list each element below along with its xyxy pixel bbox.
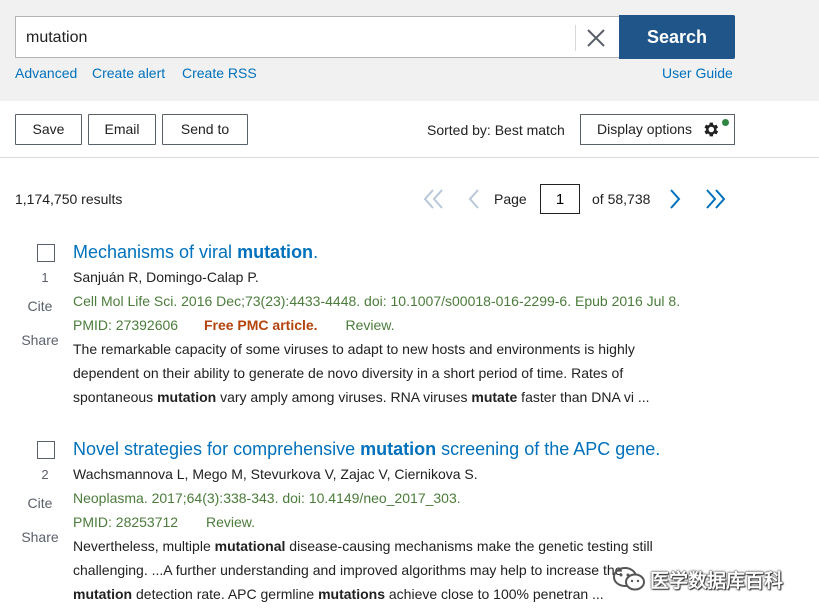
search-box bbox=[15, 16, 619, 58]
snippet-highlight: mutations bbox=[318, 586, 385, 602]
watermark-text: 医学数据库百科 bbox=[650, 569, 784, 592]
cite-button[interactable]: Cite bbox=[10, 298, 70, 314]
search-header: Search Advanced Create alert Create RSS … bbox=[0, 0, 819, 101]
title-text: Novel strategies for comprehensive bbox=[73, 439, 361, 459]
article-citation: Neoplasma. 2017;64(3):338-343. doi: 10.4… bbox=[73, 490, 461, 506]
pmid: PMID: 27392606 bbox=[73, 317, 179, 333]
select-checkbox[interactable] bbox=[37, 244, 55, 262]
article-authors: Sanjuán R, Domingo-Calap P. bbox=[73, 269, 259, 285]
close-icon bbox=[587, 29, 605, 47]
create-alert-link[interactable]: Create alert bbox=[92, 65, 165, 81]
search-button[interactable]: Search bbox=[619, 15, 735, 59]
create-rss-link[interactable]: Create RSS bbox=[182, 65, 257, 81]
review-badge: Review. bbox=[345, 317, 395, 333]
title-text: Mechanisms of viral bbox=[73, 242, 238, 262]
clear-search-button[interactable] bbox=[584, 26, 608, 50]
sort-selector[interactable]: Sorted by: Best match bbox=[427, 122, 565, 138]
save-button[interactable]: Save bbox=[15, 114, 82, 145]
free-pmc-badge: Free PMC article. bbox=[203, 317, 318, 333]
first-page-icon[interactable] bbox=[423, 187, 445, 211]
title-highlight: mutation bbox=[237, 242, 314, 262]
results-toolbar: Save Email Send to Sorted by: Best match… bbox=[0, 101, 819, 158]
display-options-label: Display options bbox=[597, 121, 692, 137]
article-citation: Cell Mol Life Sci. 2016 Dec;73(23):4433-… bbox=[73, 293, 681, 309]
last-page-icon[interactable] bbox=[704, 187, 726, 211]
send-to-button[interactable]: Send to bbox=[162, 114, 248, 145]
gear-icon bbox=[704, 122, 719, 137]
result-number: 1 bbox=[41, 270, 49, 285]
article-meta: PMID: 27392606 Free PMC article. Review. bbox=[73, 317, 395, 333]
user-guide-link[interactable]: User Guide bbox=[662, 65, 733, 81]
watermark: 医学数据库百科 bbox=[612, 563, 783, 595]
advanced-link[interactable]: Advanced bbox=[15, 65, 77, 81]
article-title-link[interactable]: Mechanisms of viral mutation. bbox=[73, 242, 318, 263]
title-highlight: mutation bbox=[360, 439, 437, 459]
search-input[interactable] bbox=[26, 27, 566, 49]
article-meta: PMID: 28253712 Review. bbox=[73, 514, 255, 530]
snippet-text: faster than DNA vi ... bbox=[517, 389, 650, 405]
divider bbox=[575, 25, 576, 51]
email-button[interactable]: Email bbox=[88, 114, 156, 145]
cite-button[interactable]: Cite bbox=[10, 495, 70, 511]
snippet-text: Nevertheless, multiple bbox=[73, 538, 215, 554]
display-options-button[interactable]: Display options bbox=[580, 114, 735, 145]
previous-page-icon[interactable] bbox=[467, 187, 481, 211]
snippet-highlight: mutational bbox=[214, 538, 286, 554]
snippet-highlight: mutate bbox=[471, 389, 518, 405]
article-title-link[interactable]: Novel strategies for comprehensive mutat… bbox=[73, 439, 660, 460]
share-button[interactable]: Share bbox=[10, 529, 70, 545]
page-label: Page bbox=[494, 191, 527, 207]
title-text-end: . bbox=[313, 242, 319, 262]
select-checkbox[interactable] bbox=[37, 441, 55, 459]
article-snippet: The remarkable capacity of some viruses … bbox=[73, 337, 673, 409]
wechat-logo-icon bbox=[613, 567, 645, 591]
results-count: 1,174,750 results bbox=[15, 191, 123, 207]
result-number: 2 bbox=[41, 467, 49, 482]
article-snippet: Nevertheless, multiple mutational diseas… bbox=[73, 534, 673, 606]
snippet-text: detection rate. APC germline bbox=[132, 586, 319, 602]
next-page-icon[interactable] bbox=[668, 187, 682, 211]
page-number-input[interactable] bbox=[540, 184, 580, 214]
snippet-text: vary amply among viruses. RNA viruses bbox=[216, 389, 472, 405]
snippet-highlight: mutation bbox=[157, 389, 217, 405]
total-pages: of 58,738 bbox=[592, 191, 651, 207]
snippet-highlight: mutation bbox=[73, 586, 133, 602]
settings-indicator-dot bbox=[722, 119, 729, 126]
pmid: PMID: 28253712 bbox=[73, 514, 179, 530]
share-button[interactable]: Share bbox=[10, 332, 70, 348]
title-text-end: screening of the APC gene. bbox=[436, 439, 661, 459]
snippet-text: achieve close to 100% penetran ... bbox=[385, 586, 604, 602]
article-authors: Wachsmannova L, Mego M, Stevurkova V, Za… bbox=[73, 466, 478, 482]
review-badge: Review. bbox=[205, 514, 255, 530]
